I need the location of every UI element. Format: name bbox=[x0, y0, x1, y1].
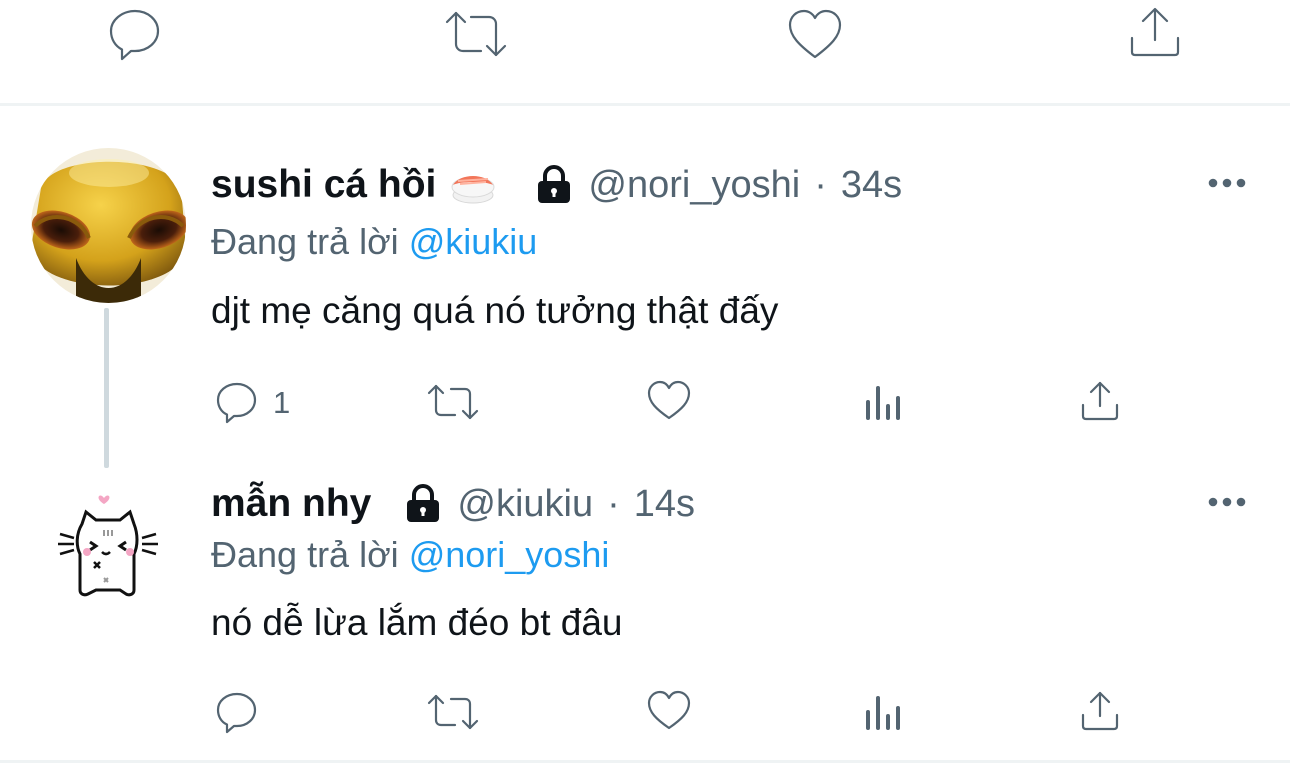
share-icon[interactable] bbox=[1078, 378, 1122, 422]
thread-line bbox=[104, 308, 109, 468]
divider bbox=[0, 103, 1290, 106]
reply-count: 1 bbox=[273, 385, 291, 420]
display-name[interactable]: mẫn nhy bbox=[211, 482, 371, 526]
lock-icon bbox=[403, 483, 443, 525]
yellow-creature-avatar bbox=[31, 148, 186, 303]
separator: · bbox=[607, 482, 620, 525]
display-name[interactable]: sushi cá hồi bbox=[211, 163, 436, 207]
like-icon[interactable] bbox=[645, 378, 693, 422]
reply-icon[interactable] bbox=[214, 690, 260, 734]
tweet-header: mẫn nhy @kiukiu · 14s bbox=[211, 482, 695, 526]
more-options-icon[interactable] bbox=[1207, 173, 1247, 193]
previous-tweet-actions bbox=[0, 0, 1290, 104]
more-options-icon[interactable] bbox=[1207, 492, 1247, 512]
reply-icon[interactable] bbox=[106, 6, 164, 62]
divider bbox=[0, 760, 1290, 763]
reply-icon[interactable] bbox=[214, 380, 260, 424]
separator: · bbox=[814, 163, 827, 206]
reply-mention[interactable]: @kiukiu bbox=[409, 221, 538, 262]
avatar[interactable] bbox=[31, 148, 186, 303]
timestamp[interactable]: 34s bbox=[841, 164, 902, 207]
reply-prefix: Đang trả lời bbox=[211, 221, 399, 262]
reply-prefix: Đang trả lời bbox=[211, 534, 399, 575]
user-handle[interactable]: @kiukiu bbox=[457, 483, 593, 526]
cat-doodle-avatar bbox=[50, 490, 165, 605]
tweet-text: djt mẹ căng quá nó tưởng thật đấy bbox=[211, 290, 779, 331]
analytics-icon[interactable] bbox=[864, 380, 906, 422]
retweet-icon[interactable] bbox=[425, 692, 481, 732]
reply-mention[interactable]: @nori_yoshi bbox=[409, 534, 610, 575]
lock-icon bbox=[534, 164, 574, 206]
reply-context: Đang trả lời @nori_yoshi bbox=[211, 534, 609, 576]
share-icon[interactable] bbox=[1126, 4, 1184, 60]
tweet-header: sushi cá hồi @nori_yoshi · 34s bbox=[211, 163, 902, 207]
retweet-icon[interactable] bbox=[425, 382, 481, 422]
share-icon[interactable] bbox=[1078, 688, 1122, 732]
avatar[interactable] bbox=[50, 490, 165, 605]
like-icon[interactable] bbox=[645, 688, 693, 732]
tweet-text: nó dễ lừa lắm đéo bt đâu bbox=[211, 602, 623, 643]
retweet-icon[interactable] bbox=[441, 8, 511, 60]
timestamp[interactable]: 14s bbox=[634, 483, 695, 526]
reply-context: Đang trả lời @kiukiu bbox=[211, 221, 537, 263]
user-handle[interactable]: @nori_yoshi bbox=[588, 164, 800, 207]
analytics-icon[interactable] bbox=[864, 690, 906, 732]
like-icon[interactable] bbox=[785, 6, 845, 62]
sushi-emoji bbox=[450, 165, 496, 205]
